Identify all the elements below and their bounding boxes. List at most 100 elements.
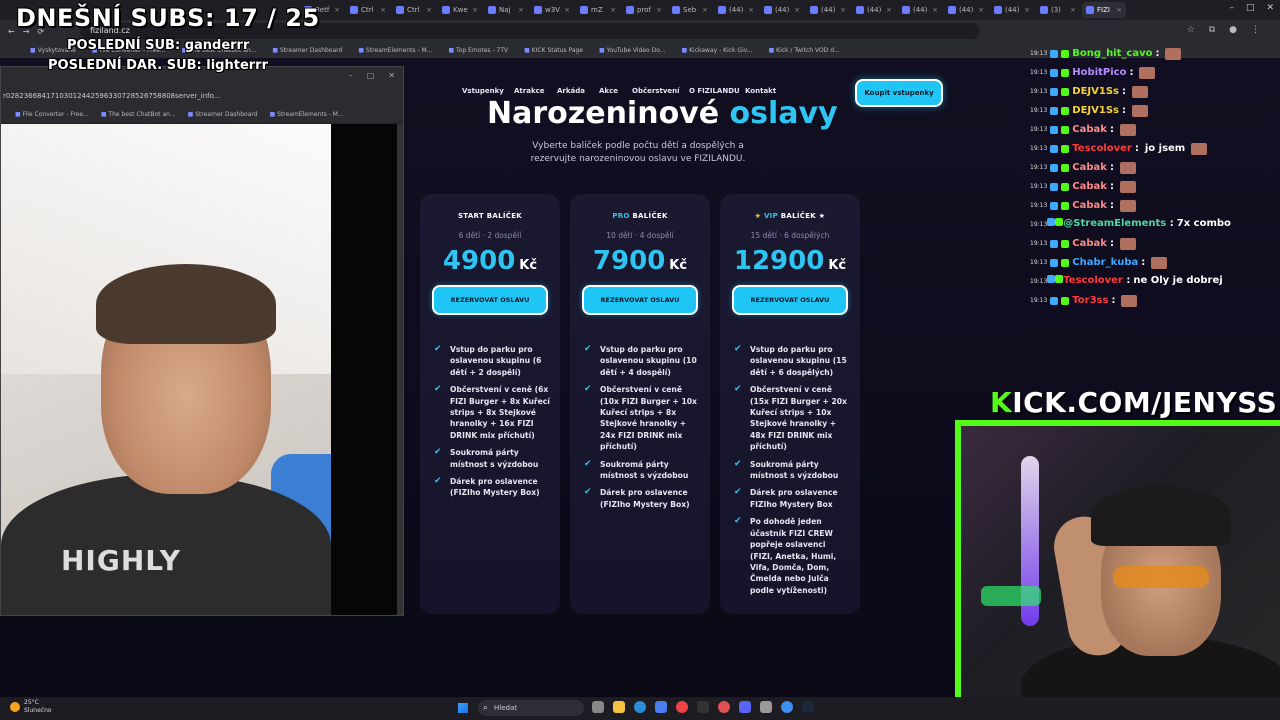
- buy-tickets-button[interactable]: Koupit vstupenky: [855, 79, 943, 107]
- browser-tab[interactable]: Kwe ×: [438, 2, 482, 18]
- bookmark-star-icon[interactable]: ☆: [1187, 25, 1195, 35]
- terminal-icon[interactable]: [697, 701, 709, 713]
- browser-tab[interactable]: Ctrl ×: [392, 2, 436, 18]
- browser-tab[interactable]: (44) ×: [760, 2, 804, 18]
- browser-tab[interactable]: w3V ×: [530, 2, 574, 18]
- app-icon[interactable]: [718, 701, 730, 713]
- chrome-icon[interactable]: [676, 701, 688, 713]
- tab-close-icon[interactable]: ×: [932, 6, 938, 14]
- chat-username[interactable]: Chabr_kuba: [1072, 257, 1138, 268]
- bookmark-item[interactable]: StreamElements - M...: [358, 47, 433, 54]
- tab-close-icon[interactable]: ×: [1070, 6, 1076, 14]
- file-explorer-icon[interactable]: [613, 701, 625, 713]
- chat-username[interactable]: Bong_hit_cavo: [1072, 48, 1152, 59]
- browser-tab[interactable]: (44) ×: [990, 2, 1034, 18]
- nav-item-4[interactable]: Občerstvení: [632, 87, 680, 95]
- chat-username[interactable]: Cabak: [1072, 124, 1107, 135]
- nav-item-3[interactable]: Akce: [599, 87, 618, 95]
- bookmark-item[interactable]: StreamElements - M...: [270, 111, 344, 118]
- browser-tab[interactable]: (44) ×: [898, 2, 942, 18]
- browser-tab[interactable]: Naj ×: [484, 2, 528, 18]
- browser-tab[interactable]: prof ×: [622, 2, 666, 18]
- chat-username[interactable]: Cabak: [1072, 238, 1107, 249]
- profile-icon[interactable]: ●: [1229, 25, 1237, 35]
- tab-close-icon[interactable]: ×: [610, 6, 616, 14]
- chat-message: 19:13 DEJV1Ss :: [1030, 101, 1280, 120]
- floating-window-url[interactable]: r02823668417103012442596330728526758808s…: [1, 87, 403, 105]
- reserve-button[interactable]: REZERVOVAT OSLAVU: [582, 285, 698, 315]
- maximize-icon[interactable]: □: [367, 71, 375, 80]
- chat-username[interactable]: Cabak: [1072, 200, 1107, 211]
- minimize-icon[interactable]: –: [1229, 3, 1234, 13]
- weather-widget[interactable]: 25°C Slunečno: [10, 699, 52, 715]
- bookmark-item[interactable]: YouTube Video Do...: [599, 47, 666, 54]
- tab-close-icon[interactable]: ×: [472, 6, 478, 14]
- tab-close-icon[interactable]: ×: [840, 6, 846, 14]
- browser-tab[interactable]: FIZI ×: [1082, 2, 1126, 18]
- windows-start-icon[interactable]: [458, 703, 468, 713]
- menu-icon[interactable]: ⋮: [1251, 25, 1260, 35]
- browser-tab[interactable]: (44) ×: [852, 2, 896, 18]
- tab-close-icon[interactable]: ×: [656, 6, 662, 14]
- bookmark-item[interactable]: KICK Status Page: [524, 47, 583, 54]
- maximize-icon[interactable]: □: [1246, 3, 1255, 13]
- bookmark-item[interactable]: Kickaway - Kick Giv...: [682, 47, 752, 54]
- task-view-icon[interactable]: [592, 701, 604, 713]
- bookmark-item[interactable]: Streamer Dashboard: [272, 47, 342, 54]
- chrome-active-icon[interactable]: [781, 701, 793, 713]
- chat-username[interactable]: Tescolover: [1063, 275, 1123, 286]
- bookmark-item[interactable]: Kick / Twitch VOD d...: [769, 47, 840, 54]
- photos-icon[interactable]: [655, 701, 667, 713]
- app-icon[interactable]: [760, 701, 772, 713]
- browser-tab[interactable]: (3) ×: [1036, 2, 1080, 18]
- browser-tab[interactable]: Seb ×: [668, 2, 712, 18]
- browser-tab[interactable]: (44) ×: [714, 2, 758, 18]
- close-icon[interactable]: ✕: [1266, 3, 1274, 13]
- chat-username[interactable]: Cabak: [1072, 162, 1107, 173]
- tab-close-icon[interactable]: ×: [564, 6, 570, 14]
- chat-username[interactable]: Cabak: [1072, 181, 1107, 192]
- chat-username[interactable]: DEJV1Ss: [1072, 105, 1119, 116]
- tab-close-icon[interactable]: ×: [1116, 6, 1122, 14]
- tab-close-icon[interactable]: ×: [794, 6, 800, 14]
- chat-username[interactable]: @StreamElements: [1063, 218, 1166, 229]
- back-icon[interactable]: ←: [8, 27, 15, 36]
- browser-tab[interactable]: Ctrl ×: [346, 2, 390, 18]
- edge-icon[interactable]: [634, 701, 646, 713]
- chat-timestamp: 19:13: [1030, 297, 1048, 304]
- browser-tab[interactable]: mZ ×: [576, 2, 620, 18]
- bookmark-item[interactable]: The best ChatBot an...: [101, 111, 175, 118]
- floating-window-scrollbar[interactable]: [397, 124, 403, 615]
- chat-username[interactable]: Tor3ss: [1072, 295, 1108, 306]
- discord-icon[interactable]: [739, 701, 751, 713]
- bookmark-item[interactable]: Top Emotes - 7TV: [448, 47, 508, 54]
- tab-close-icon[interactable]: ×: [702, 6, 708, 14]
- bookmark-item[interactable]: File Converter - Free...: [15, 111, 89, 118]
- taskbar-search[interactable]: Hledat: [478, 700, 584, 716]
- browser-tab[interactable]: (44) ×: [944, 2, 988, 18]
- nav-item-6[interactable]: Kontakt: [745, 87, 776, 95]
- bookmark-item[interactable]: Streamer Dashboard: [188, 111, 257, 118]
- close-icon[interactable]: ✕: [388, 71, 395, 80]
- reserve-button[interactable]: REZERVOVAT OSLAVU: [732, 285, 848, 315]
- chat-username[interactable]: Tescolover: [1072, 143, 1132, 154]
- tab-close-icon[interactable]: ×: [886, 6, 892, 14]
- chat-username[interactable]: HobitPico: [1072, 67, 1126, 78]
- nav-item-2[interactable]: Arkáda: [557, 87, 585, 95]
- tab-close-icon[interactable]: ×: [518, 6, 524, 14]
- extension-icon[interactable]: ⧉: [1209, 25, 1215, 35]
- chat-username[interactable]: DEJV1Ss: [1072, 86, 1119, 97]
- tab-close-icon[interactable]: ×: [978, 6, 984, 14]
- tab-close-icon[interactable]: ×: [380, 6, 386, 14]
- nav-item-5[interactable]: O FIZILANDU: [689, 87, 740, 95]
- minimize-icon[interactable]: –: [349, 71, 353, 80]
- tab-close-icon[interactable]: ×: [426, 6, 432, 14]
- tab-close-icon[interactable]: ×: [748, 6, 754, 14]
- tab-close-icon[interactable]: ×: [1024, 6, 1030, 14]
- reserve-button[interactable]: REZERVOVAT OSLAVU: [432, 285, 548, 315]
- browser-tab[interactable]: (44) ×: [806, 2, 850, 18]
- nav-item-0[interactable]: Vstupenky: [462, 87, 504, 95]
- tab-close-icon[interactable]: ×: [334, 6, 340, 14]
- steam-icon[interactable]: [802, 701, 814, 713]
- nav-item-1[interactable]: Atrakce: [514, 87, 545, 95]
